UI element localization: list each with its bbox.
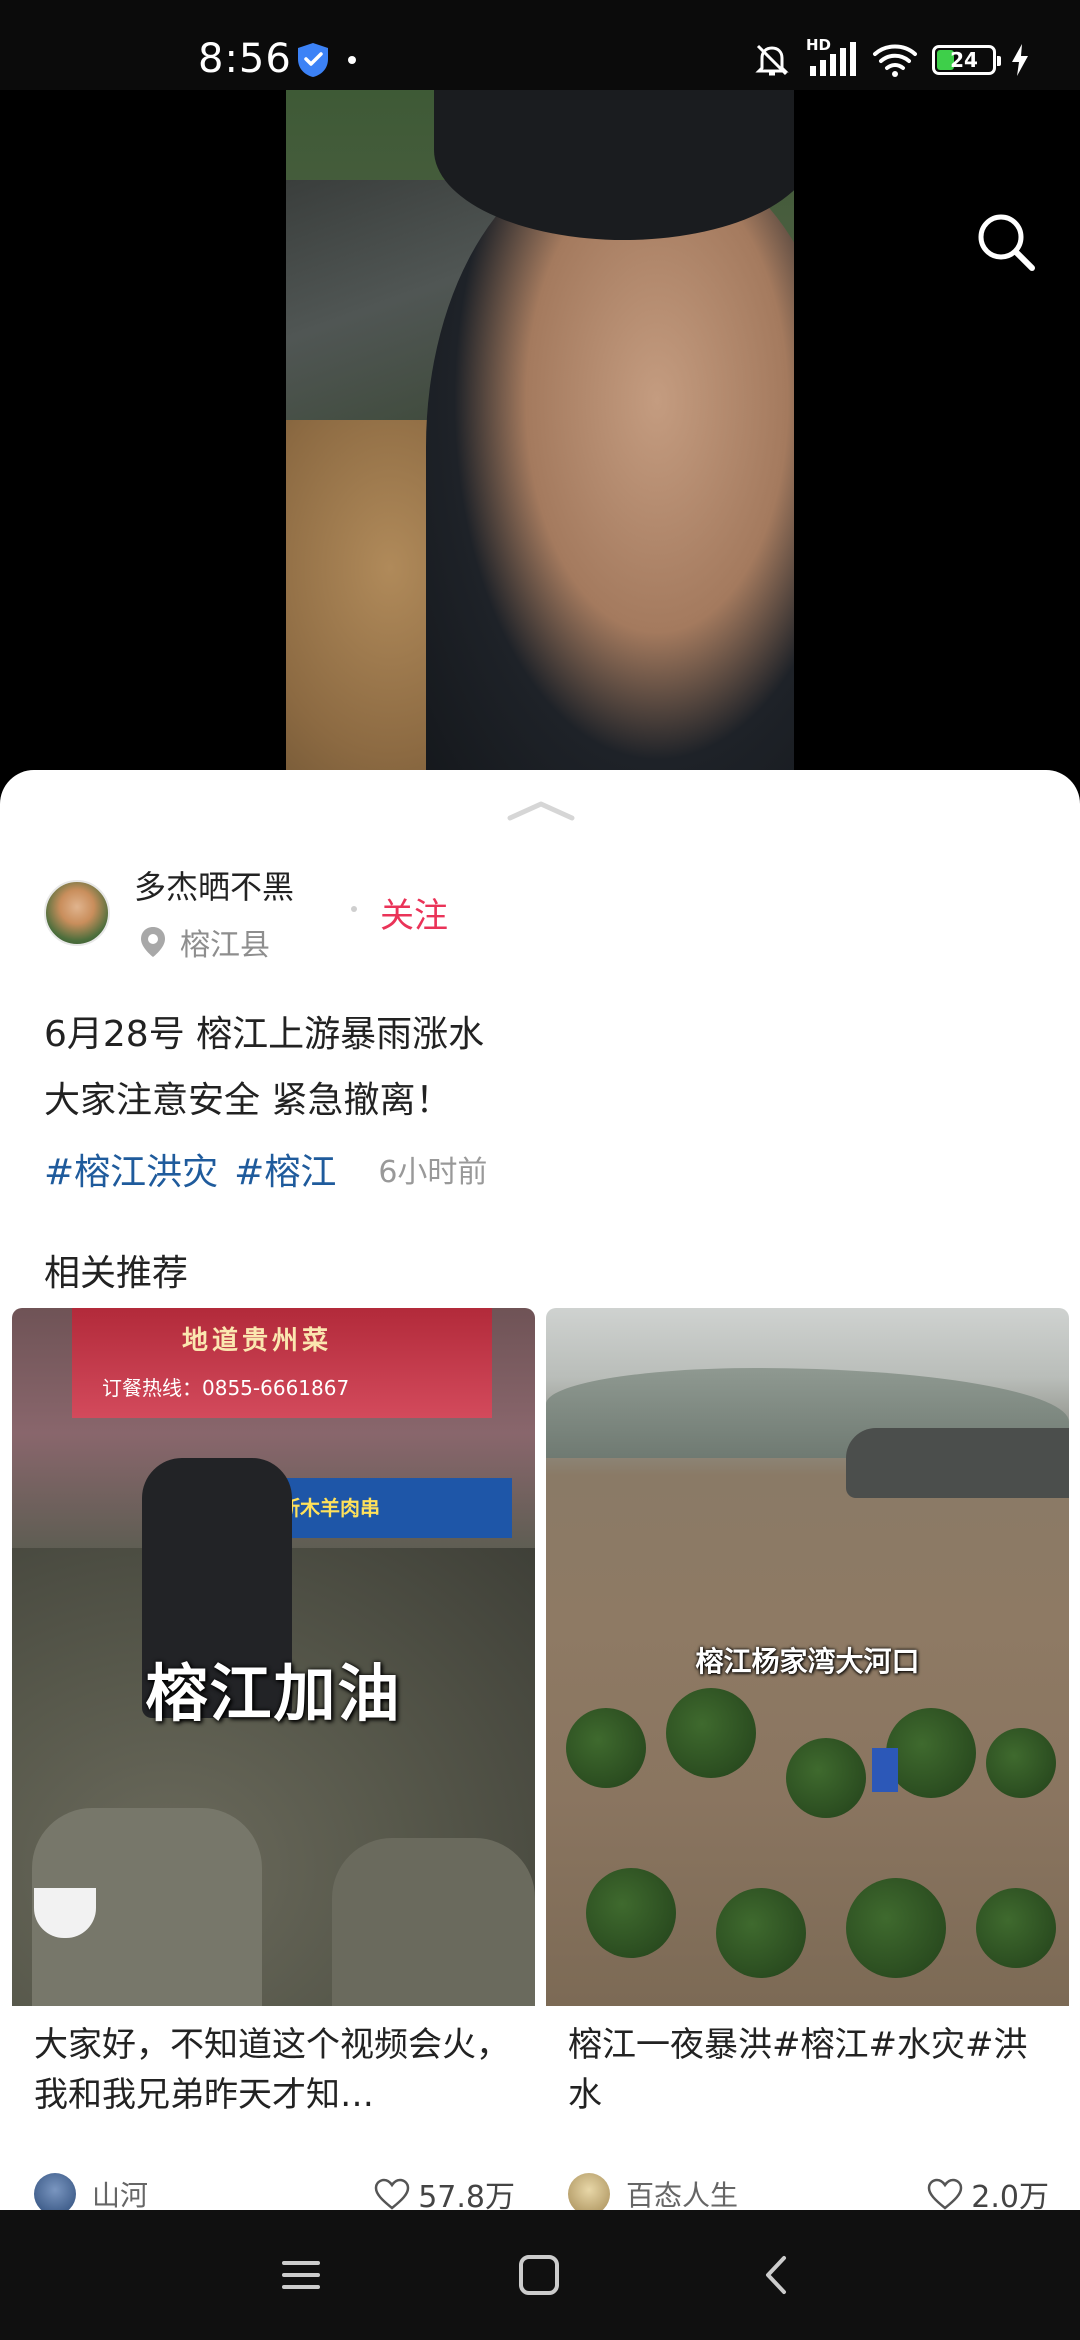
section-title-related: 相关推荐 [44,1253,189,1294]
sheet-handle-chevron-up-icon[interactable] [506,798,576,822]
status-time: 8:56 [198,36,292,82]
notification-dot [348,56,356,64]
status-icons: HD 24 [752,36,1030,80]
home-icon[interactable] [514,2250,564,2300]
description-line: 大家注意安全 紧急撤离！ [44,1080,452,1121]
thumbnail-tree [976,1888,1056,1968]
card-title[interactable]: 榕江一夜暴洪#榕江#水灾#洪水 [546,2006,1069,2124]
thumbnail-tree [986,1728,1056,1798]
thumbnail-caption: 榕江加油 [145,1657,402,1730]
video-player[interactable] [0,90,1080,790]
video-frame[interactable] [286,90,794,790]
thumbnail-signboard: 地道贵州菜 订餐热线：0855-6661867 [72,1308,492,1418]
heart-icon [374,2178,410,2210]
description-line: 6月28号 榕江上游暴雨涨水 [44,1014,485,1055]
thumbnail-tree [786,1738,866,1818]
thumbnail-road-sign [872,1748,898,1792]
card-author-name[interactable]: 山河 [92,2174,374,2210]
card-author-name[interactable]: 百态人生 [626,2174,927,2210]
charging-icon [1012,44,1028,76]
thumbnail-tree [586,1868,676,1958]
separator-dot [351,906,357,912]
card-thumbnail[interactable]: 地道贵州菜 订餐热线：0855-6661867 新疆喀斯木羊肉串 榕江加油 [12,1308,535,2006]
menu-icon[interactable] [276,2250,326,2300]
card-author-avatar[interactable] [34,2173,76,2210]
mute-icon [755,44,789,76]
thumbnail-tree [566,1708,646,1788]
thumbnail-village [846,1428,1069,1498]
hashtag-link[interactable]: #榕江 [234,1143,336,1195]
card-title[interactable]: 大家好，不知道这个视频会火，我和我兄弟昨天才知… [12,2006,535,2124]
like-button[interactable]: 57.8万 [374,2172,515,2210]
like-count: 57.8万 [418,2180,515,2210]
post-description: 6月28号 榕江上游暴雨涨水 大家注意安全 紧急撤离！ [44,1002,484,1134]
thumbnail-tree [846,1878,946,1978]
signal-icon: HD [806,36,858,80]
post-time: 6小时前 [378,1155,488,1190]
system-nav-bar [0,2210,1080,2340]
author-name[interactable]: 多杰晒不黑 [134,862,294,908]
follow-button[interactable]: 关注 [380,888,448,937]
wifi-icon [873,44,917,77]
recommend-card[interactable]: 地道贵州菜 订餐热线：0855-6661867 新疆喀斯木羊肉串 榕江加油 大家… [12,1308,535,2210]
back-icon[interactable] [752,2250,802,2300]
heart-icon [928,2178,963,2210]
like-count: 2.0万 [971,2180,1049,2210]
like-button[interactable]: 2.0万 [927,2172,1049,2210]
sign-text: 地道贵州菜 [182,1326,333,1356]
recommend-card[interactable]: 榕江杨家湾大河口 榕江一夜暴洪#榕江#水灾#洪水 百态人生 2.0万 [546,1308,1069,2210]
hashtag-link[interactable]: #榕江洪灾 [44,1143,218,1195]
thumbnail-caption: 榕江杨家湾大河口 [695,1645,920,1678]
shield-icon [298,43,328,77]
location[interactable]: 榕江县 [140,920,270,964]
thumbnail-tree [666,1688,756,1778]
card-thumbnail[interactable]: 榕江杨家湾大河口 [546,1308,1069,2006]
location-text: 榕江县 [180,928,270,963]
sign-text: 订餐热线：0855-6661867 [102,1376,350,1400]
detail-sheet: 多杰晒不黑 榕江县 关注 6月28号 榕江上游暴雨涨水 大家注意安全 紧急撤离！… [0,770,1080,2210]
author-avatar[interactable] [44,880,110,946]
thumbnail-tree [886,1708,976,1798]
thumbnail-person [332,1838,535,2006]
video-person [426,150,794,790]
thumbnail-tree [716,1888,806,1978]
battery-icon: 24 [932,45,1001,75]
card-footer: 百态人生 2.0万 [568,2170,1049,2210]
battery-level: 24 [950,48,978,72]
card-footer: 山河 57.8万 [34,2170,515,2210]
status-bar: 8:56 HD 24 [0,0,1080,90]
location-pin-icon [141,927,165,957]
hashtags: #榕江洪灾 #榕江 6小时前 [44,1136,487,1202]
card-author-avatar[interactable] [568,2173,610,2210]
search-icon[interactable] [972,208,1040,276]
